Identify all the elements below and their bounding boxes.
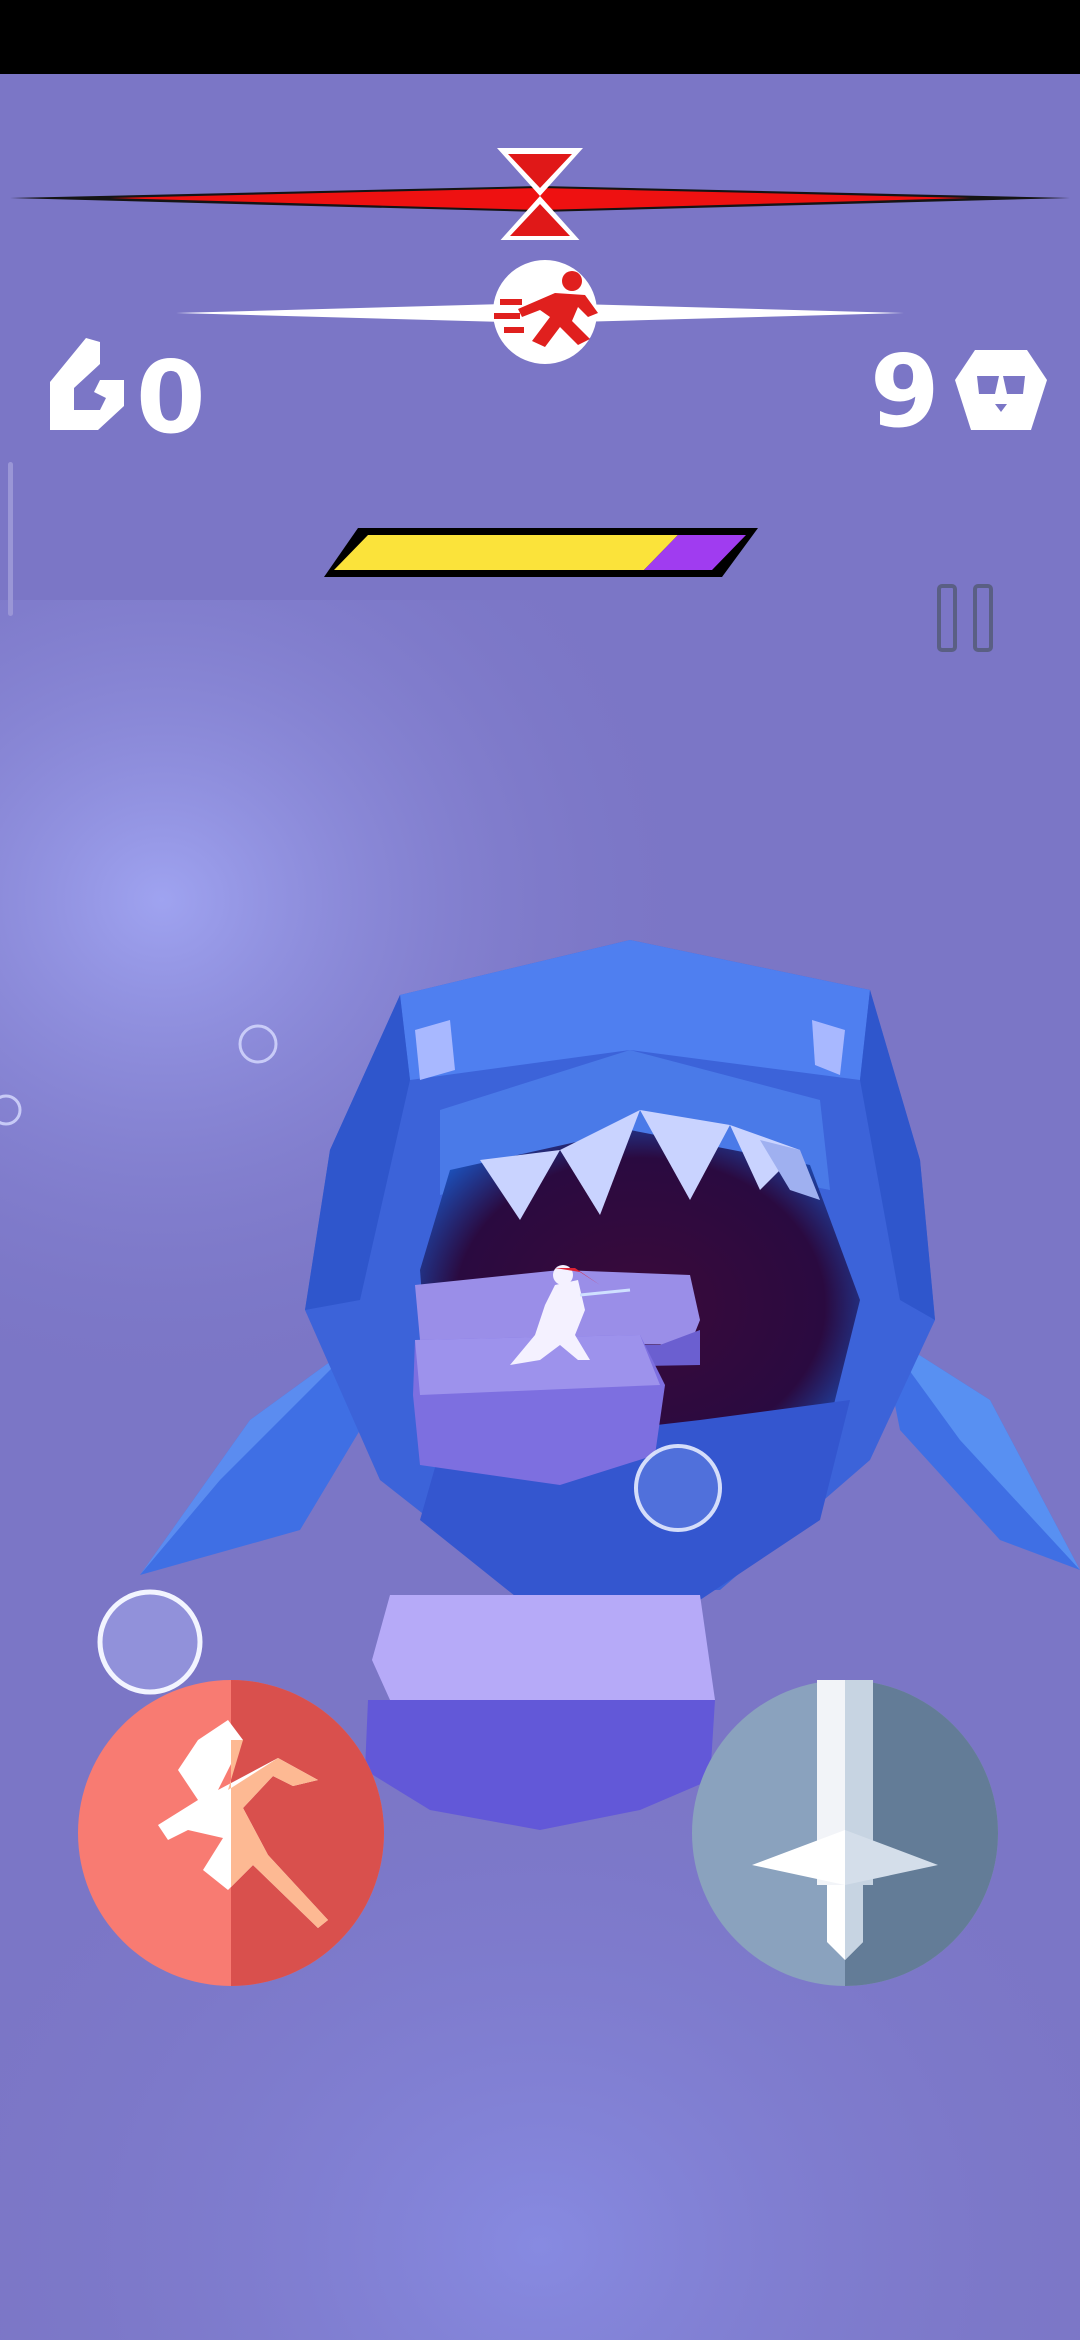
timer-bar: [10, 148, 1070, 240]
game-screen: 0 9: [0, 0, 1080, 2340]
attack-button[interactable]: [692, 1680, 998, 1986]
pause-button[interactable]: [930, 582, 1002, 658]
gems-count: 0: [136, 339, 206, 456]
pause-icon: [937, 584, 993, 652]
gem-icon: [50, 338, 124, 430]
skull-mask-icon: [955, 350, 1047, 430]
boss-health-fill: [334, 535, 678, 570]
skulls-count: 9: [870, 333, 940, 450]
edge-scroll-handle: [8, 462, 13, 616]
boss-health-bar: [324, 528, 758, 577]
dash-button[interactable]: [78, 1680, 384, 1986]
status-bar: [0, 0, 1080, 74]
